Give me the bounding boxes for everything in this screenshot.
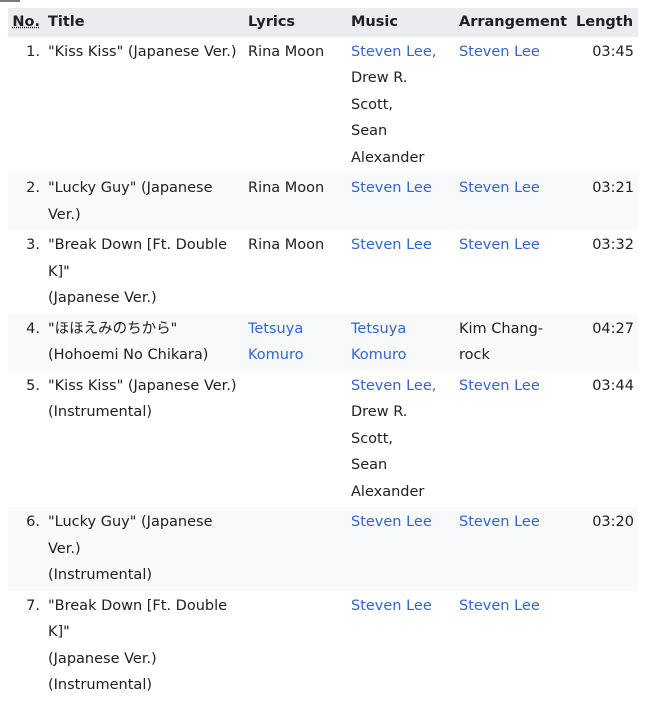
header-lyrics: Lyrics (244, 8, 347, 37)
track-title: "Lucky Guy" (Japanese Ver.) (Instrumental… (44, 507, 244, 591)
composer-text: Alexander (351, 483, 425, 500)
composer-link[interactable]: Steven Lee (351, 598, 432, 614)
track-title-line-text: "Break Down [Ft. Double K]" (48, 237, 228, 280)
track-row: 3. "Break Down [Ft. Double K]" (Japanese V… (8, 230, 638, 314)
track-music: Steven Lee (347, 173, 455, 230)
track-title: "Lucky Guy" (Japanese Ver.) (44, 173, 244, 230)
track-row: 1. "Kiss Kiss" (Japanese Ver.) Rina Moon St… (8, 37, 638, 174)
track-title: "Break Down [Ft. Double K]" (Japanese Ver… (44, 230, 244, 314)
track-arrangement: Steven Lee (455, 173, 572, 230)
track-length (572, 591, 638, 701)
arranger-text: Kim Chang-rock (459, 320, 544, 364)
header-arrangement: Arrangement (455, 8, 572, 37)
track-arrangement: Steven Lee (455, 591, 572, 701)
track-lyrics (244, 371, 347, 508)
track-row: 2. "Lucky Guy" (Japanese Ver.) Rina Moon St… (8, 173, 638, 230)
track-arrangement: Steven Lee (455, 230, 572, 314)
composer-text: Alexander (351, 149, 425, 166)
track-lyrics: Rina Moon (244, 230, 347, 314)
track-title: "Kiss Kiss" (Japanese Ver.) (Instrumental… (44, 371, 244, 508)
track-music: Steven Lee, Drew R. Scott, Sean Alexander (347, 371, 455, 508)
header-music: Music (347, 8, 455, 37)
track-title-line-text: (Instrumental) (48, 677, 153, 693)
track-title-line-text: (Hohoemi No Chikara) (48, 347, 209, 363)
track-number: 4. (26, 320, 40, 337)
header-no-abbr: No. (12, 14, 40, 30)
header-length: Length (572, 8, 638, 37)
track-length: 04:27 (592, 320, 634, 337)
track-number: 5. (26, 377, 40, 394)
composer-link[interactable]: Steven Lee, (351, 378, 436, 394)
track-music: Steven Lee (347, 591, 455, 701)
track-row: 6. "Lucky Guy" (Japanese Ver.) (Instrument… (8, 507, 638, 591)
track-length: 03:21 (592, 180, 634, 196)
lyricist-text: Rina Moon (248, 43, 325, 60)
track-lyrics: Tetsuya Komuro (244, 314, 347, 371)
arranger-link[interactable]: Steven Lee (459, 514, 540, 530)
track-number: 3. (26, 237, 40, 253)
track-arrangement: Kim Chang-rock (455, 314, 572, 371)
composer-link[interactable]: Tetsuya (351, 321, 406, 337)
track-lyrics: Rina Moon (244, 173, 347, 230)
track-number: 6. (26, 514, 40, 530)
track-number: 7. (26, 597, 40, 614)
header-row: No. Title Lyrics Music Arrangement Lengt… (8, 8, 638, 37)
track-title-line-text: (Instrumental) (48, 404, 153, 420)
composer-text: Sean (351, 457, 388, 473)
track-title: "ほほえみのちから" (Hohoemi No Chikara) (44, 314, 244, 371)
track-length: 03:20 (592, 514, 634, 530)
arranger-link[interactable]: Steven Lee (459, 237, 540, 253)
track-title: "Kiss Kiss" (Japanese Ver.) (44, 37, 244, 174)
track-lyrics: Rina Moon (244, 37, 347, 174)
track-music: Steven Lee, Drew R. Scott, Sean Alexander (347, 37, 455, 174)
track-title-line-text: (Japanese Ver.) (48, 290, 157, 306)
track-number: 1. (26, 43, 40, 60)
track-title-line-text: "Kiss Kiss" (Japanese Ver.) (48, 377, 237, 394)
composer-link[interactable]: Komuro (351, 347, 407, 363)
composer-text: Drew R. Scott, (351, 70, 408, 113)
track-music: Tetsuya Komuro (347, 314, 455, 371)
clipped-heading-fragment (0, 0, 20, 5)
track-title-line-text: "Lucky Guy" (Japanese Ver.) (48, 180, 213, 223)
track-row: 7. "Break Down [Ft. Double K]" (Japanese V… (8, 591, 638, 701)
track-row: 5. "Kiss Kiss" (Japanese Ver.) (Instrument… (8, 371, 638, 508)
track-length: 03:44 (592, 377, 634, 394)
lyricist-link[interactable]: Komuro (248, 347, 304, 363)
track-number: 2. (26, 180, 40, 196)
arranger-link[interactable]: Steven Lee (459, 598, 540, 614)
track-title-line-text: (Japanese Ver.) (48, 650, 157, 667)
arranger-link[interactable]: Steven Lee (459, 180, 540, 196)
track-music: Steven Lee (347, 230, 455, 314)
track-lyrics (244, 507, 347, 591)
track-title-line-text: "Kiss Kiss" (Japanese Ver.) (48, 43, 237, 60)
track-title-line-text: "Lucky Guy" (Japanese Ver.) (48, 514, 213, 557)
track-arrangement: Steven Lee (455, 507, 572, 591)
track-lyrics (244, 591, 347, 701)
lyricist-text: Rina Moon (248, 237, 325, 253)
track-arrangement: Steven Lee (455, 371, 572, 508)
header-title: Title (44, 8, 244, 37)
arranger-link[interactable]: Steven Lee (459, 378, 540, 394)
track-length: 03:45 (592, 43, 634, 60)
track-length: 03:32 (592, 237, 634, 253)
track-title-line-text: "Break Down [Ft. Double K]" (48, 597, 228, 641)
composer-link[interactable]: Steven Lee (351, 180, 432, 196)
track-title-line-text: "ほほえみのちから" (48, 320, 178, 337)
composer-link[interactable]: Steven Lee (351, 514, 432, 530)
composer-text: Drew R. Scott, (351, 404, 408, 447)
lyricist-text: Rina Moon (248, 180, 325, 196)
track-music: Steven Lee (347, 507, 455, 591)
track-row: 4. "ほほえみのちから" (Hohoemi No Chikara) Tetsuya K… (8, 313, 638, 371)
composer-text: Sean (351, 123, 388, 139)
arranger-link[interactable]: Steven Lee (459, 44, 540, 60)
tracklist-table: No. Title Lyrics Music Arrangement Lengt… (8, 8, 638, 701)
composer-link[interactable]: Steven Lee (351, 237, 432, 253)
track-title-line-text: (Instrumental) (48, 567, 153, 583)
composer-link[interactable]: Steven Lee, (351, 44, 436, 60)
track-arrangement: Steven Lee (455, 37, 572, 174)
header-no: No. (8, 8, 44, 37)
track-title: "Break Down [Ft. Double K]" (Japanese Ver… (44, 591, 244, 701)
lyricist-link[interactable]: Tetsuya (248, 321, 303, 337)
